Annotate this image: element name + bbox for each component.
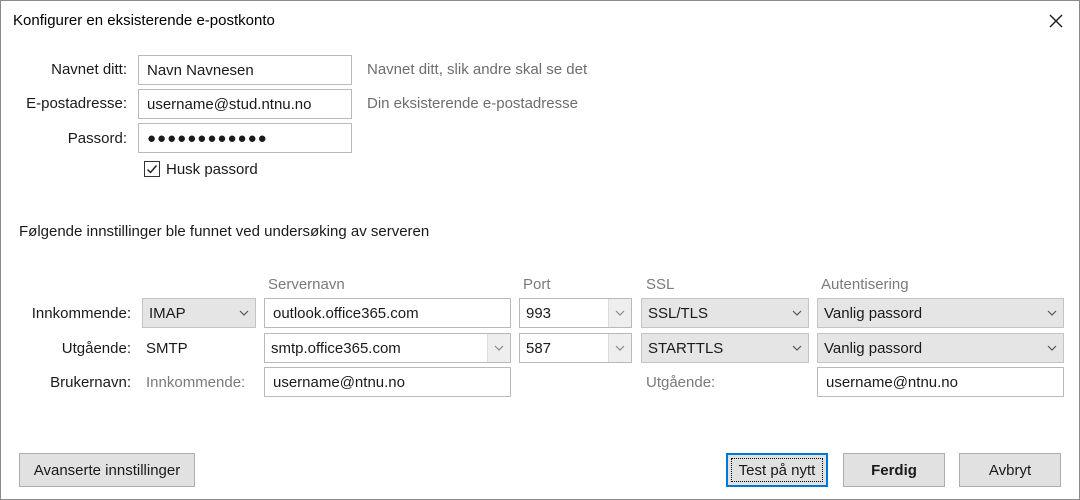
column-header-auth: Autentisering: [821, 276, 909, 293]
outgoing-protocol-value: SMTP: [146, 340, 188, 357]
outgoing-auth-value: Vanlig passord: [824, 339, 923, 357]
column-header-port: Port: [523, 276, 551, 293]
remember-password-checkbox[interactable]: [144, 161, 160, 177]
incoming-auth-value: Vanlig passord: [824, 304, 923, 322]
chevron-down-icon: [487, 334, 510, 362]
chevron-down-icon: [1041, 299, 1063, 327]
chevron-down-icon: [233, 299, 255, 327]
username-outgoing-label: Utgående:: [646, 374, 716, 391]
incoming-port-value: 993: [526, 304, 552, 322]
incoming-port-combobox[interactable]: 993: [519, 298, 632, 328]
outgoing-username-input[interactable]: [817, 367, 1064, 397]
incoming-ssl-select[interactable]: SSL/TLS: [641, 298, 809, 328]
outgoing-server-combobox[interactable]: smtp.office365.com: [264, 333, 511, 363]
name-hint: Navnet ditt, slik andre skal se det: [367, 61, 588, 78]
password-input[interactable]: [138, 123, 352, 153]
incoming-auth-select[interactable]: Vanlig passord: [817, 298, 1064, 328]
email-hint: Din eksisterende e-postadresse: [367, 95, 578, 112]
column-header-server: Servernavn: [268, 276, 345, 293]
username-incoming-label: Innkommende:: [146, 374, 246, 391]
dialog-title: Konfigurer en eksisterende e-postkonto: [13, 12, 275, 29]
column-header-ssl: SSL: [646, 276, 675, 293]
cancel-button[interactable]: Avbryt: [959, 453, 1061, 487]
chevron-down-icon: [786, 334, 808, 362]
checkmark-icon: [147, 165, 158, 174]
outgoing-port-value: 587: [526, 339, 552, 357]
email-label: E-postadresse:: [26, 95, 127, 112]
advanced-settings-button[interactable]: Avanserte innstillinger: [19, 453, 195, 487]
incoming-protocol-value: IMAP: [149, 304, 186, 322]
outgoing-ssl-value: STARTTLS: [648, 339, 724, 357]
found-settings-message: Følgende innstillinger ble funnet ved un…: [19, 223, 430, 240]
retest-button[interactable]: Test på nytt: [726, 453, 828, 487]
name-input[interactable]: [138, 55, 352, 85]
incoming-label: Innkommende:: [31, 305, 131, 322]
name-label: Navnet ditt:: [51, 61, 127, 78]
outgoing-ssl-select[interactable]: STARTTLS: [641, 333, 809, 363]
dialog-window: Konfigurer en eksisterende e-postkonto N…: [0, 0, 1080, 500]
chevron-down-icon: [1041, 334, 1063, 362]
outgoing-server-value: smtp.office365.com: [271, 339, 401, 357]
outgoing-auth-select[interactable]: Vanlig passord: [817, 333, 1064, 363]
chevron-down-icon: [608, 299, 631, 327]
incoming-ssl-value: SSL/TLS: [648, 304, 709, 322]
outgoing-port-combobox[interactable]: 587: [519, 333, 632, 363]
incoming-username-input[interactable]: [264, 367, 511, 397]
password-label: Passord:: [67, 130, 127, 147]
outgoing-label: Utgående:: [61, 340, 131, 357]
incoming-protocol-select[interactable]: IMAP: [142, 298, 256, 328]
title-bar: Konfigurer en eksisterende e-postkonto: [1, 1, 1079, 41]
close-icon: [1049, 14, 1063, 28]
done-button[interactable]: Ferdig: [843, 453, 945, 487]
username-label: Brukernavn:: [50, 374, 131, 391]
email-input[interactable]: [138, 89, 352, 119]
chevron-down-icon: [786, 299, 808, 327]
remember-password-label[interactable]: Husk passord: [166, 161, 258, 178]
chevron-down-icon: [608, 334, 631, 362]
close-button[interactable]: [1041, 6, 1071, 36]
incoming-server-input[interactable]: [264, 298, 511, 328]
